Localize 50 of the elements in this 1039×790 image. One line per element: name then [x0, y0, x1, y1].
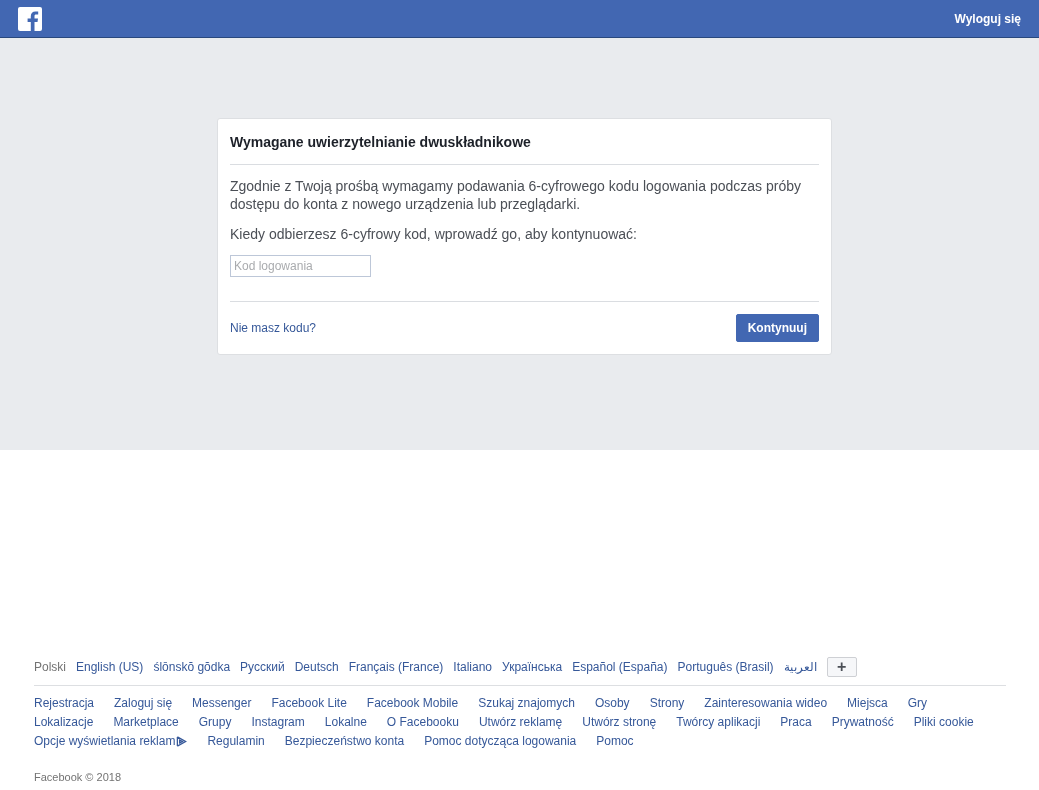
footer-link[interactable]: Osoby: [594, 694, 630, 713]
footer-link[interactable]: O Facebooku: [386, 713, 459, 732]
language-link[interactable]: Deutsch: [294, 660, 339, 674]
language-link[interactable]: Українська: [502, 660, 563, 674]
language-link[interactable]: Português (Brasil): [677, 660, 774, 674]
language-link[interactable]: ślōnskŏ gŏdka: [153, 660, 231, 674]
footer-link[interactable]: Lokalizacje: [34, 713, 94, 732]
language-link[interactable]: English (US): [76, 660, 144, 674]
language-link[interactable]: Español (España): [572, 660, 668, 674]
continue-button[interactable]: Kontynuuj: [735, 314, 819, 342]
code-input-field[interactable]: Kod logowania: [230, 255, 371, 277]
footer-link[interactable]: Pliki cookie: [913, 713, 974, 732]
footer-link[interactable]: Lokalne: [324, 713, 367, 732]
footer-link[interactable]: Grupy: [198, 713, 232, 732]
footer-link[interactable]: Facebook Lite: [271, 694, 347, 713]
no-code-link[interactable]: Nie masz kodu?: [230, 321, 317, 335]
dialog-title: Wymagane uwierzytelnianie dwuskładnikowe: [230, 133, 532, 152]
footer-link[interactable]: Gry: [907, 694, 928, 713]
footer-link[interactable]: Instagram: [251, 713, 305, 732]
description-text: Zgodnie z Twoją prośbą wymagamy podawania 6-cyfrowego kodu logowania podczas próby dostępu do konta z nowego urządzenia lub przeglądarki.: [230, 177, 802, 213]
footer-link[interactable]: Rejestracja: [34, 694, 95, 713]
footer-link[interactable]: Miejsca: [847, 694, 888, 713]
logout-link[interactable]: Wyloguj się: [954, 11, 1021, 26]
footer-link[interactable]: Utwórz reklamę: [478, 713, 563, 732]
language-link[interactable]: Polski: [34, 660, 66, 674]
copyright-text: Facebook © 2018: [34, 771, 122, 783]
footer-link[interactable]: Utwórz stronę: [582, 713, 657, 732]
footer-link[interactable]: Messenger: [192, 694, 252, 713]
footer-link[interactable]: Zaloguj się: [114, 694, 173, 713]
footer-link[interactable]: Regulamin: [207, 732, 265, 751]
language-link[interactable]: Français (France): [348, 660, 444, 674]
footer-link[interactable]: Zainteresowania wideo: [704, 694, 828, 713]
footer-link[interactable]: Prywatność: [831, 713, 894, 732]
language-link[interactable]: Italiano: [453, 660, 493, 674]
footer-link[interactable]: Opcje wyświetlania reklam: [34, 732, 188, 751]
more-languages-button[interactable]: +: [826, 657, 857, 677]
footer-link[interactable]: Praca: [780, 713, 812, 732]
prompt-text: Kiedy odbierzesz 6-cyfrowy kod, wprowadź go, aby kontynuować:: [230, 225, 638, 243]
footer-link[interactable]: Strony: [649, 694, 685, 713]
play-triangle-icon: [176, 736, 188, 747]
footer-link[interactable]: Pomoc dotycząca logowania: [424, 732, 577, 751]
footer-link[interactable]: Szukaj znajomych: [478, 694, 575, 713]
language-link[interactable]: العربية: [783, 660, 817, 674]
footer-link[interactable]: Bezpieczeństwo konta: [284, 732, 405, 751]
footer-link[interactable]: Marketplace: [113, 713, 179, 732]
footer-link[interactable]: Twórcy aplikacji: [676, 713, 761, 732]
facebook-logo-icon[interactable]: [18, 6, 42, 31]
footer-link[interactable]: Pomoc: [596, 732, 634, 751]
language-link[interactable]: Русский: [240, 660, 285, 674]
footer-link[interactable]: Facebook Mobile: [366, 694, 459, 713]
